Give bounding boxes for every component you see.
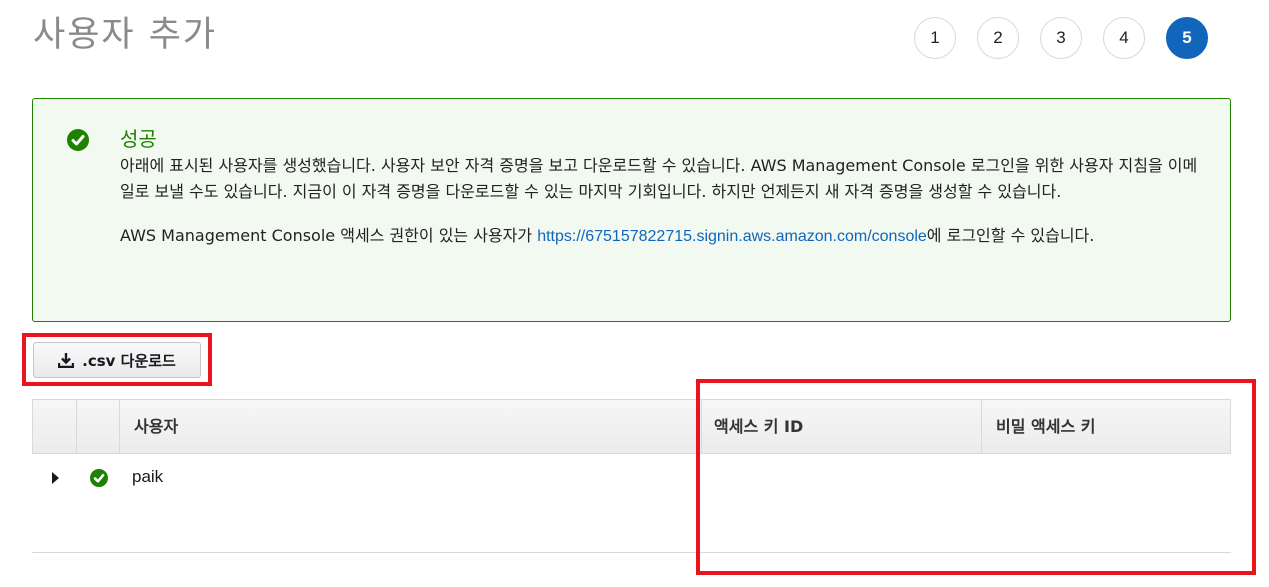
step-1[interactable]: 1 <box>914 17 956 59</box>
expand-row-arrow-icon[interactable] <box>52 472 59 484</box>
check-circle-icon <box>90 469 108 487</box>
step-5[interactable]: 5 <box>1166 17 1208 59</box>
column-user[interactable]: 사용자 <box>119 400 701 453</box>
check-circle-icon <box>67 129 89 151</box>
step-3[interactable]: 3 <box>1040 17 1082 59</box>
step-2[interactable]: 2 <box>977 17 1019 59</box>
wizard-steps: 1 2 3 4 5 <box>914 17 1208 59</box>
alert-body: 아래에 표시된 사용자를 생성했습니다. 사용자 보안 자격 증명을 보고 다운… <box>120 153 1210 268</box>
highlight-box-keys <box>696 379 1256 575</box>
step-4[interactable]: 4 <box>1103 17 1145 59</box>
console-suffix: 에 로그인할 수 있습니다. <box>926 226 1095 245</box>
status-column-header <box>76 400 119 453</box>
console-prefix: AWS Management Console 액세스 권한이 있는 사용자가 <box>120 226 538 245</box>
highlight-box-csv <box>22 333 212 386</box>
page-title: 사용자 추가 <box>33 15 218 55</box>
console-signin-link[interactable]: https://675157822715.signin.aws.amazon.c… <box>537 228 927 245</box>
alert-message: 아래에 표시된 사용자를 생성했습니다. 사용자 보안 자격 증명을 보고 다운… <box>120 156 1198 201</box>
console-info: AWS Management Console 액세스 권한이 있는 사용자가 h… <box>120 223 1210 250</box>
expand-column-header <box>33 400 76 453</box>
table-row-user: paik <box>132 467 164 486</box>
success-alert: 성공 아래에 표시된 사용자를 생성했습니다. 사용자 보안 자격 증명을 보고… <box>32 98 1231 322</box>
alert-title: 성공 <box>120 127 157 151</box>
